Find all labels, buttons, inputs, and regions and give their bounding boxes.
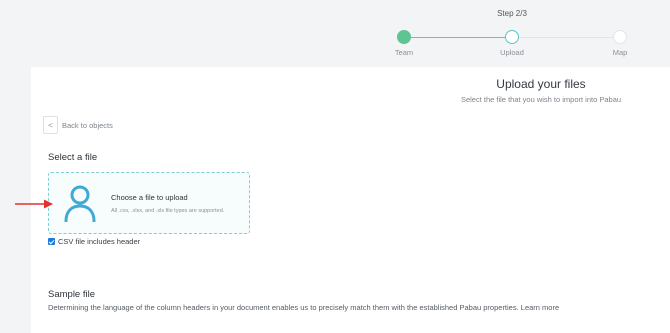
select-file-heading: Select a file [48,152,98,163]
step-dot-team [397,30,411,44]
stepper-track-todo [512,37,620,38]
step-dot-map [613,30,627,44]
stepper-track-done [404,37,512,38]
step-label-team: Team [394,48,414,57]
step-count: Step 2/3 [497,9,527,18]
step-label-upload: Upload [500,48,524,57]
pointer-arrow-icon [15,199,53,209]
back-link[interactable]: Back to objects [62,121,113,130]
step-label-map: Map [612,48,628,57]
dropzone-hint: All .csv, .xlsx, and .xls file types are… [111,208,225,214]
sample-file-description: Determining the language of the column h… [48,303,560,312]
csv-header-label: CSV file includes header [58,237,141,246]
back-button[interactable]: < [43,116,58,134]
chevron-left-icon: < [48,120,53,130]
page-subtitle: Select the file that you wish to import … [460,95,622,104]
sample-file-heading: Sample file [48,289,95,300]
csv-header-checkbox[interactable] [48,238,55,245]
csv-header-option[interactable]: CSV file includes header [48,237,140,246]
upload-panel: Upload your files Select the file that y… [31,67,670,333]
person-icon [64,185,96,222]
step-dot-upload [505,30,519,44]
file-dropzone[interactable]: Choose a file to upload All .csv, .xlsx,… [48,172,250,234]
page-title: Upload your files [496,77,586,91]
stepper: Step 2/3 Team Upload Map [0,0,670,66]
dropzone-title: Choose a file to upload [111,193,188,202]
